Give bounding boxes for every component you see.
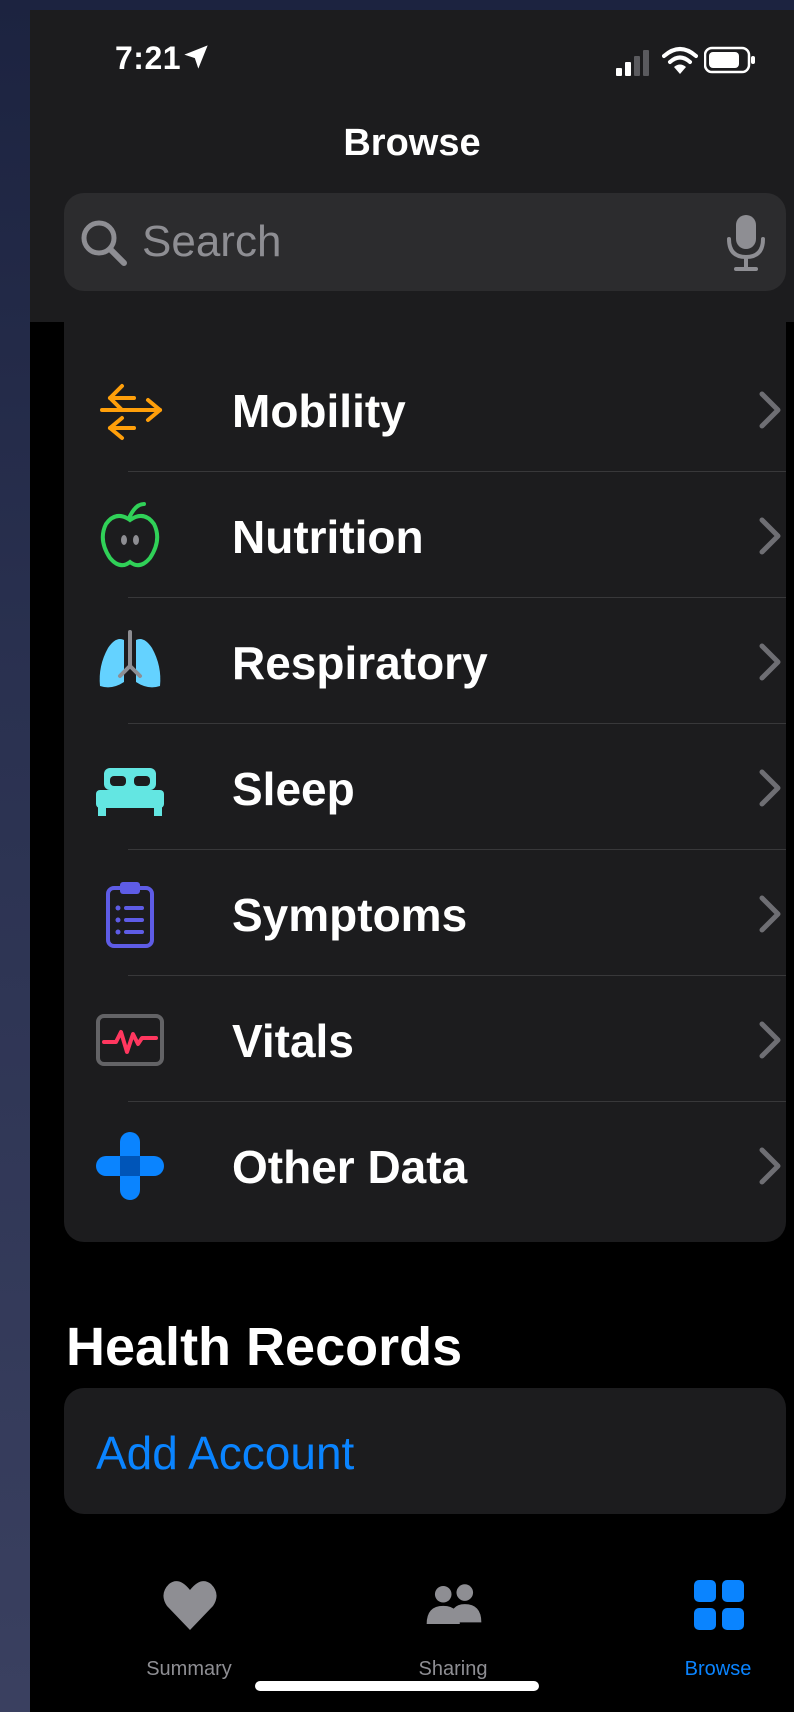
home-indicator[interactable] xyxy=(255,1681,539,1691)
chevron-right-icon xyxy=(759,895,781,933)
category-label: Respiratory xyxy=(232,637,488,689)
category-row-symptoms[interactable]: Symptoms xyxy=(64,850,786,976)
location-arrow-icon xyxy=(184,45,208,69)
search-bar[interactable] xyxy=(64,193,786,291)
category-row-vitals[interactable]: Vitals xyxy=(64,976,786,1102)
chevron-right-icon xyxy=(759,1147,781,1185)
phone-screen: 7:21 Browse Search Mobility Nutrition Re… xyxy=(30,10,794,1712)
tab-label: Browse xyxy=(684,1658,752,1680)
status-time: 7:21 xyxy=(115,40,182,76)
category-row-sleep[interactable]: Sleep xyxy=(64,724,786,850)
category-list: Mobility Nutrition Respiratory Sleep Sym… xyxy=(64,322,786,1242)
category-label: Symptoms xyxy=(232,889,468,941)
mobility-arrows-icon xyxy=(100,384,162,440)
chevron-right-icon xyxy=(759,517,781,555)
category-label: Nutrition xyxy=(232,511,424,563)
category-label: Other Data xyxy=(232,1141,468,1193)
wifi-icon xyxy=(662,47,698,74)
chevron-right-icon xyxy=(759,643,781,681)
health-records-heading: Health Records xyxy=(66,1317,463,1377)
grid-icon xyxy=(694,1580,744,1630)
tab-summary[interactable]: Summary xyxy=(89,1578,289,1680)
chevron-right-icon xyxy=(759,1021,781,1059)
clipboard-icon xyxy=(106,882,154,948)
microphone-icon[interactable] xyxy=(724,213,768,273)
bed-icon xyxy=(96,768,164,816)
chevron-right-icon xyxy=(759,769,781,807)
plus-cross-icon xyxy=(96,1132,164,1200)
tab-browse[interactable]: Browse xyxy=(618,1578,794,1680)
category-row-mobility[interactable]: Mobility xyxy=(64,346,786,472)
tab-label: Sharing xyxy=(418,1658,488,1680)
chevron-right-icon xyxy=(759,391,781,429)
category-label: Mobility xyxy=(232,385,406,437)
cellular-signal-icon xyxy=(616,50,649,76)
category-label: Vitals xyxy=(232,1015,354,1067)
heart-monitor-icon xyxy=(96,1014,164,1066)
category-label: Sleep xyxy=(232,763,355,815)
heart-icon xyxy=(163,1581,217,1630)
people-icon xyxy=(426,1584,482,1625)
category-row-respiratory[interactable]: Respiratory xyxy=(64,598,786,724)
tab-label: Summary xyxy=(146,1658,232,1680)
lungs-icon xyxy=(99,630,161,688)
search-icon xyxy=(81,220,127,266)
tab-sharing[interactable]: Sharing xyxy=(353,1578,553,1680)
page-title: Browse xyxy=(343,122,481,164)
apple-icon xyxy=(100,502,160,568)
category-row-other-data[interactable]: Other Data xyxy=(64,1102,786,1228)
search-input[interactable] xyxy=(142,207,702,277)
navigation-bar: 7:21 Browse xyxy=(30,10,794,322)
add-account-link[interactable]: Add Account xyxy=(96,1426,354,1480)
battery-icon xyxy=(704,46,755,74)
category-row-nutrition[interactable]: Nutrition xyxy=(64,472,786,598)
add-account-card: Add Account xyxy=(64,1388,786,1514)
status-bar: 7:21 xyxy=(30,10,794,100)
